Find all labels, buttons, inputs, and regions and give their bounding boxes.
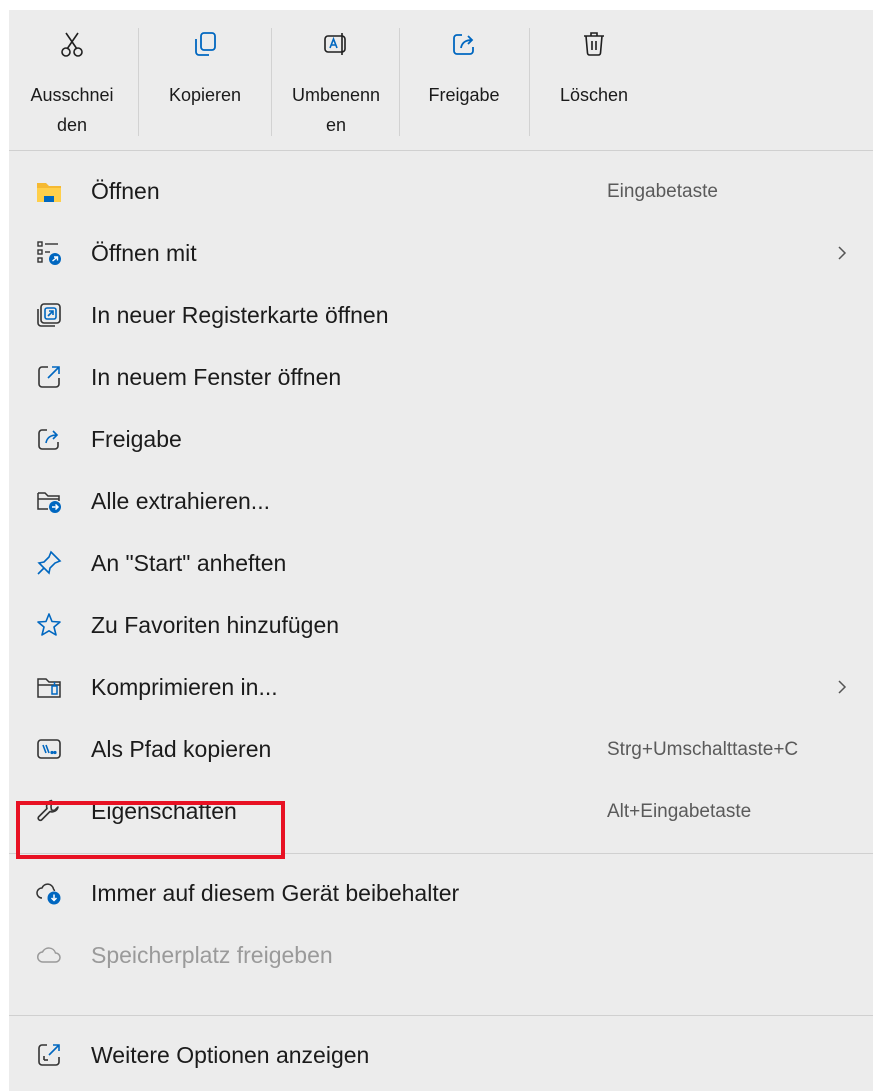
properties-highlight-box: [16, 801, 285, 859]
pin-icon: [37, 550, 62, 575]
extract-icon: [37, 492, 61, 513]
copy-label: Kopieren: [168, 85, 242, 105]
menu-item-compress[interactable]: Komprimieren in...: [9, 656, 873, 718]
menu-item-extract-all[interactable]: Alle extrahieren...: [9, 470, 873, 532]
new-tab-icon: [37, 303, 61, 327]
menu-item-label: An "Start" anheften: [91, 550, 287, 576]
menu-item-open-new-tab[interactable]: In neuer Registerkarte öffnen: [9, 284, 873, 346]
menu-item-label: Zu Favoriten hinzufügen: [91, 612, 340, 638]
menu-item-label: Als Pfad kopieren: [91, 736, 272, 762]
menu-item-open-new-window[interactable]: In neuem Fenster öffnen: [9, 346, 873, 408]
zip-folder-icon: [37, 678, 61, 698]
cut-label: Ausschnei den: [30, 85, 114, 135]
share-icon: [453, 34, 474, 55]
menu-item-more-options[interactable]: Weitere Optionen anzeigen: [9, 1024, 873, 1086]
copy-icon: [195, 32, 216, 56]
menu-item-label: Alle extrahieren...: [91, 488, 270, 514]
toolbar-divider: [399, 28, 400, 136]
menu-item-pin-start[interactable]: An "Start" anheften: [9, 532, 873, 594]
cloud-icon: [37, 947, 61, 963]
menu-item-copy-as-path[interactable]: Als Pfad kopieren Strg+Umschalttaste+C: [9, 718, 873, 780]
menu-item-shortcut: Eingabetaste: [607, 181, 718, 202]
menu-item-shortcut: Alt+Eingabetaste: [607, 801, 752, 822]
menu-item-label: Immer auf diesem Gerät beibehalter: [91, 880, 460, 906]
context-menu: Ausschnei den Kopieren Umbenenn en Freig…: [9, 10, 873, 1091]
more-options-icon: [38, 1044, 60, 1066]
share-icon: [38, 429, 59, 450]
menu-item-label: Öffnen mit: [91, 240, 197, 266]
menu-divider: [9, 1015, 873, 1016]
copy-button[interactable]: Kopieren: [141, 10, 269, 150]
share-label: Freigabe: [428, 85, 500, 105]
context-toolbar: Ausschnei den Kopieren Umbenenn en Freig…: [9, 10, 873, 150]
menu-item-open-with[interactable]: Öffnen mit: [9, 222, 873, 284]
menu-item-label: Weitere Optionen anzeigen: [91, 1042, 370, 1068]
chevron-right-icon: [838, 680, 847, 694]
menu-item-share[interactable]: Freigabe: [9, 408, 873, 470]
menu-item-free-up-space: Speicherplatz freigeben: [9, 924, 873, 986]
rename-icon: [324, 33, 346, 55]
cloud-download-icon: [36, 883, 61, 905]
menu-item-label: Öffnen: [91, 178, 160, 204]
toolbar-divider: [271, 28, 272, 136]
rename-button[interactable]: Umbenenn en: [273, 10, 399, 150]
menu-item-label: Speicherplatz freigeben: [91, 942, 333, 968]
menu-item-label: Komprimieren in...: [91, 674, 278, 700]
menu-item-label: Freigabe: [91, 426, 182, 452]
new-window-icon: [38, 366, 60, 388]
rename-label: Umbenenn en: [291, 85, 381, 135]
toolbar-divider: [138, 28, 139, 136]
star-icon: [37, 613, 61, 636]
menu-divider: [9, 150, 873, 151]
menu-item-add-favorites[interactable]: Zu Favoriten hinzufügen: [9, 594, 873, 656]
folder-icon: [37, 183, 61, 202]
menu-item-label: In neuer Registerkarte öffnen: [91, 302, 389, 328]
menu-item-open[interactable]: Öffnen Eingabetaste: [9, 160, 873, 222]
delete-button[interactable]: Löschen: [531, 10, 657, 150]
scissors-icon: [61, 32, 83, 57]
share-button[interactable]: Freigabe: [401, 10, 527, 150]
trash-icon: [584, 32, 604, 56]
chevron-right-icon: [838, 246, 847, 260]
menu-item-label: In neuem Fenster öffnen: [91, 364, 342, 390]
delete-label: Löschen: [559, 85, 629, 105]
menu-item-always-keep[interactable]: Immer auf diesem Gerät beibehalter: [9, 862, 873, 924]
toolbar-divider: [529, 28, 530, 136]
copy-path-icon: [37, 739, 61, 759]
open-with-icon: [37, 241, 61, 265]
cut-button[interactable]: Ausschnei den: [9, 10, 135, 150]
menu-item-shortcut: Strg+Umschalttaste+C: [607, 739, 799, 760]
